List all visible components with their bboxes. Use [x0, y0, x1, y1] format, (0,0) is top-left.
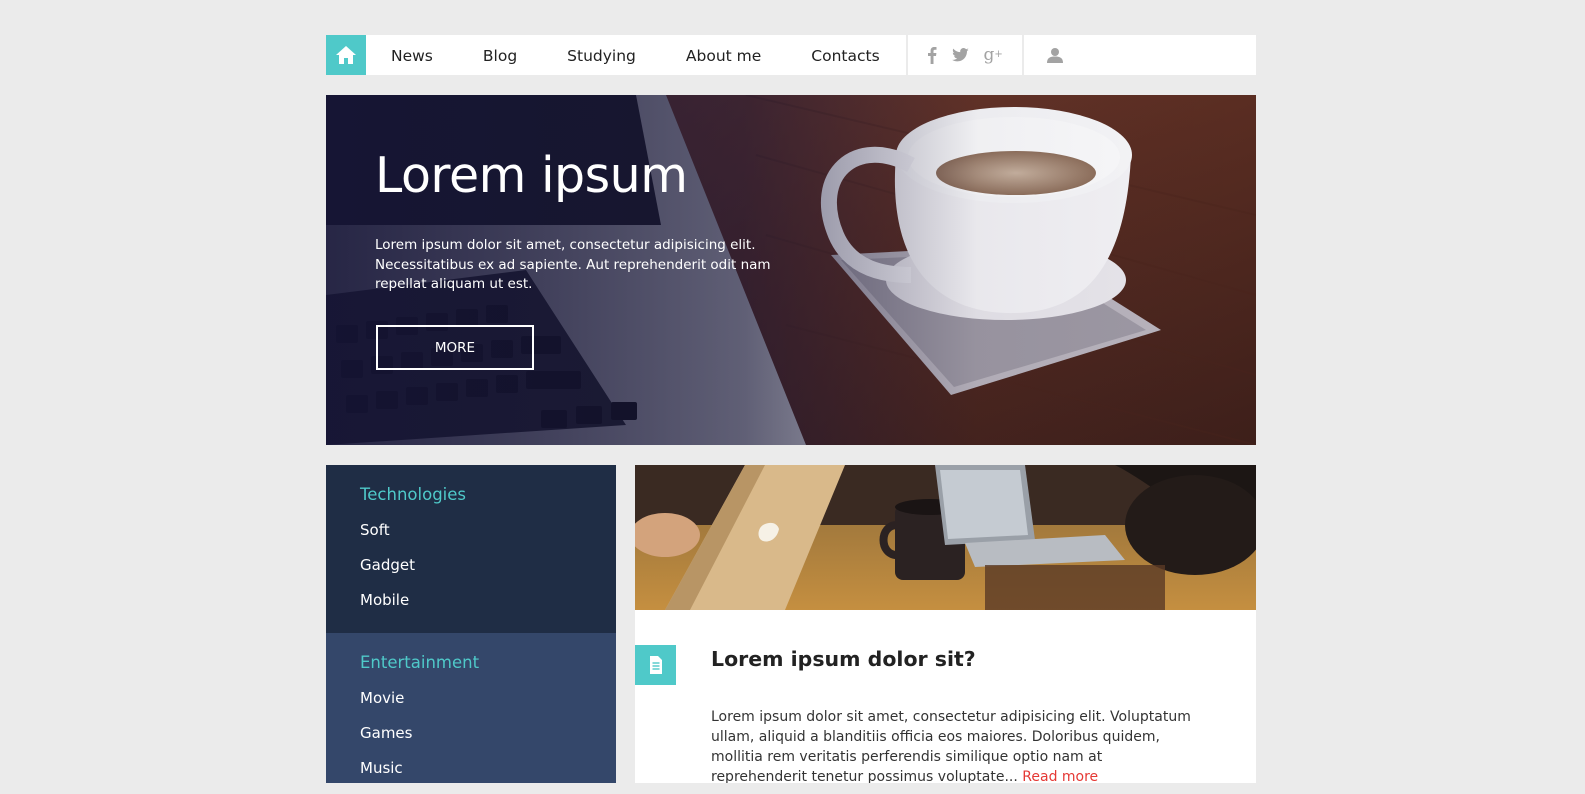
sidebar-heading[interactable]: Technologies	[360, 485, 616, 521]
article-image	[635, 465, 1256, 610]
hero-title: Lorem ipsum	[375, 147, 688, 204]
article-title: Lorem ipsum dolor sit?	[711, 647, 976, 671]
sidebar-item-music[interactable]: Music	[360, 759, 616, 794]
document-icon	[635, 645, 676, 685]
sidebar-item-gadget[interactable]: Gadget	[360, 556, 616, 591]
category-sidebar: Technologies Soft Gadget Mobile Entertai…	[326, 465, 616, 783]
main-navbar: News Blog Studying About me Contacts g +	[326, 35, 1256, 75]
google-plus-icon[interactable]: g +	[984, 46, 1003, 64]
user-icon	[1046, 48, 1063, 63]
home-button[interactable]	[326, 35, 366, 75]
sidebar-heading[interactable]: Entertainment	[360, 653, 616, 689]
hero-banner: Lorem ipsum Lorem ipsum dolor sit amet, …	[326, 95, 1256, 445]
facebook-icon[interactable]	[927, 46, 937, 64]
read-more-link[interactable]: Read more	[1022, 769, 1098, 783]
sidebar-section-technologies: Technologies Soft Gadget Mobile	[326, 465, 616, 633]
article-body: Lorem ipsum dolor sit amet, consectetur …	[711, 707, 1196, 783]
twitter-icon[interactable]	[951, 47, 970, 63]
user-account-button[interactable]	[1024, 35, 1086, 75]
article-card: Lorem ipsum dolor sit? Lorem ipsum dolor…	[635, 465, 1256, 783]
sidebar-item-games[interactable]: Games	[360, 724, 616, 759]
more-button[interactable]: MORE	[376, 325, 534, 370]
nav-item-studying[interactable]: Studying	[567, 46, 636, 65]
nav-links: News Blog Studying About me Contacts	[366, 35, 906, 75]
nav-item-news[interactable]: News	[391, 46, 433, 65]
sidebar-section-entertainment: Entertainment Movie Games Music	[326, 633, 616, 783]
nav-item-blog[interactable]: Blog	[483, 46, 517, 65]
article-excerpt: Lorem ipsum dolor sit amet, consectetur …	[711, 709, 1191, 783]
nav-item-contacts[interactable]: Contacts	[811, 46, 879, 65]
home-icon	[336, 46, 356, 64]
sidebar-item-soft[interactable]: Soft	[360, 521, 616, 556]
sidebar-item-movie[interactable]: Movie	[360, 689, 616, 724]
nav-item-about-me[interactable]: About me	[686, 46, 761, 65]
social-links: g +	[908, 35, 1022, 75]
sidebar-item-mobile[interactable]: Mobile	[360, 591, 616, 626]
hero-description: Lorem ipsum dolor sit amet, consectetur …	[375, 237, 771, 292]
